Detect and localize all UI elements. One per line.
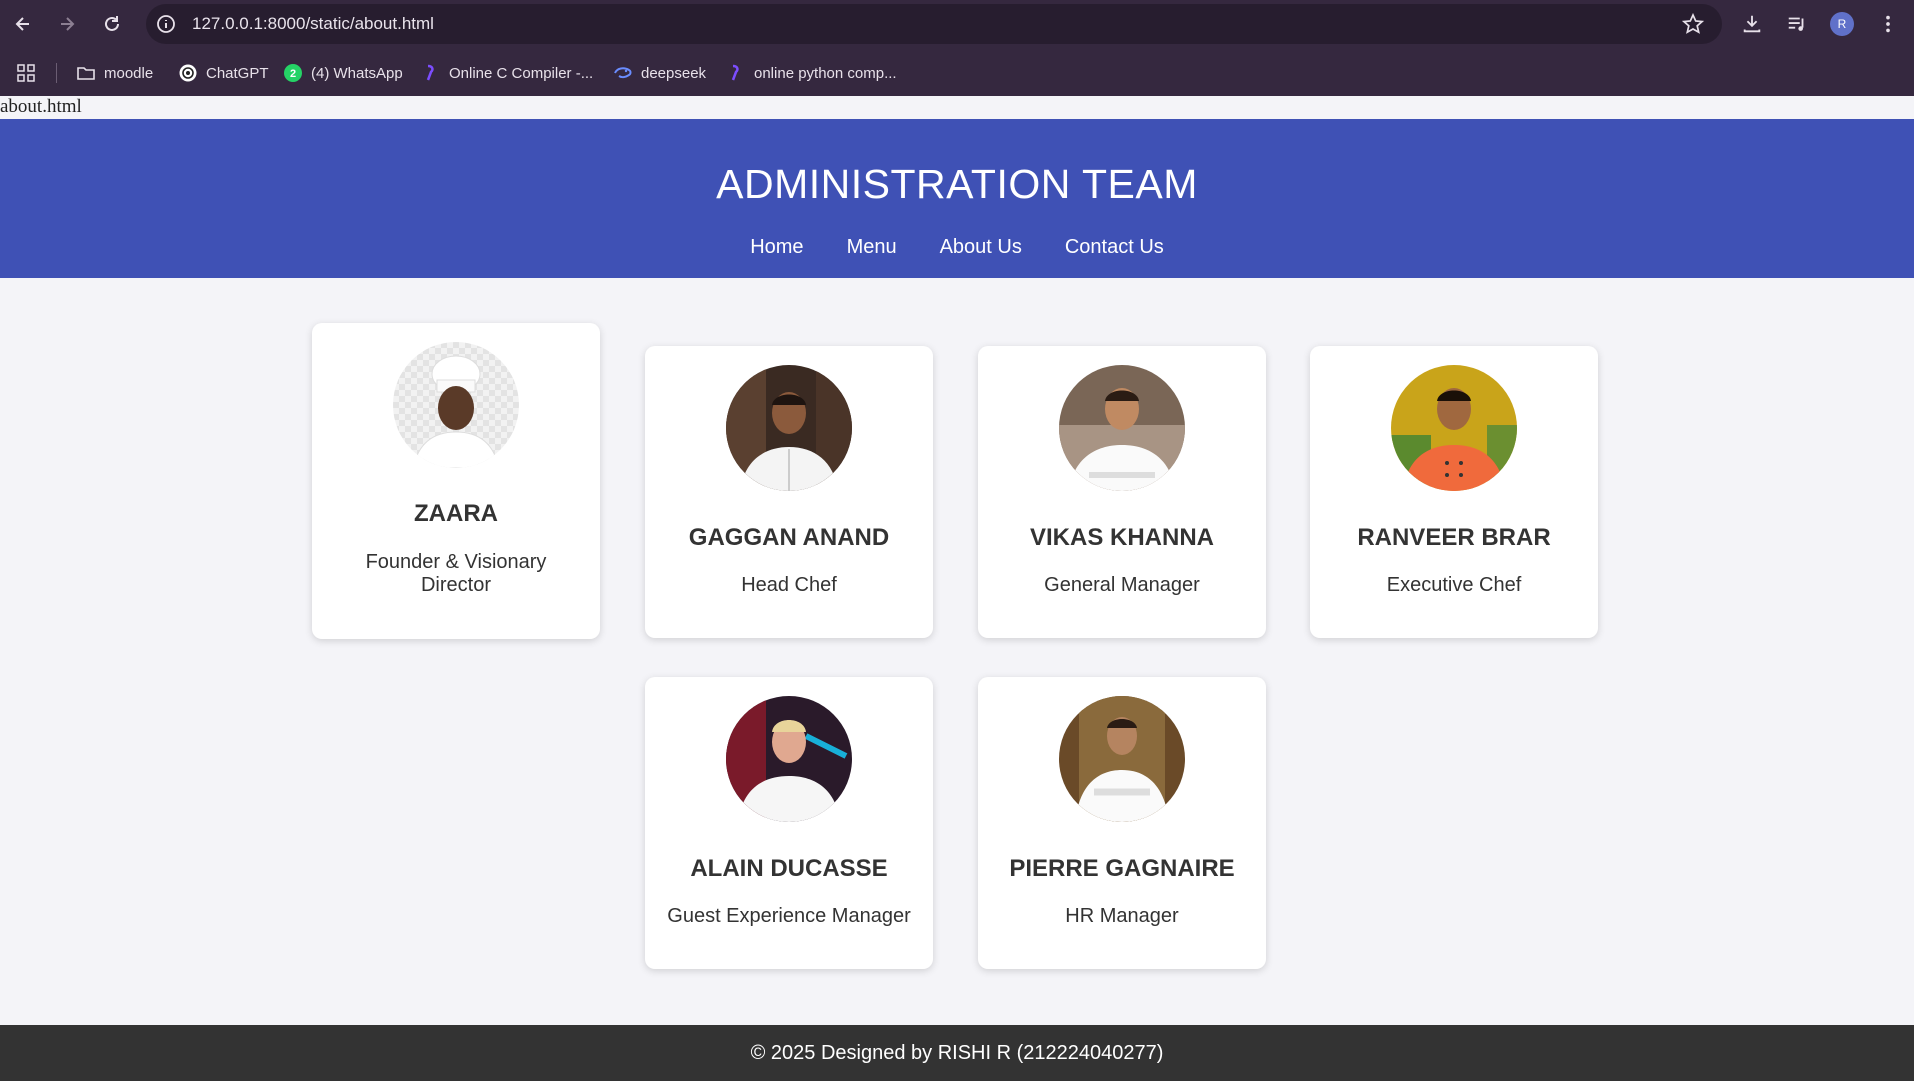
bookmark-label: ChatGPT (206, 64, 269, 82)
bookmark-label: (4) WhatsApp (311, 64, 403, 82)
team-member-photo (726, 365, 852, 491)
folder-icon (76, 63, 96, 83)
team-member-name: GAGGAN ANAND (688, 524, 890, 551)
team-member-role: General Manager (1044, 574, 1200, 596)
profile-avatar[interactable]: R (1830, 12, 1854, 36)
nav-menu-link[interactable]: Menu (847, 236, 897, 259)
team-member-photo (1059, 365, 1185, 491)
bookmark-whatsapp[interactable]: 2 (4) WhatsApp (283, 62, 403, 84)
team-member-role: Guest Experience Manager (667, 905, 911, 927)
nav-home-link[interactable]: Home (750, 236, 803, 259)
main-nav: Home Menu About Us Contact Us (0, 236, 1914, 259)
team-member-name: ZAARA (414, 500, 498, 527)
whatsapp-icon: 2 (283, 63, 303, 83)
bookmarks-bar: moodle ChatGPT 2 (4) WhatsApp Online C C… (0, 48, 1914, 96)
bookmark-label: moodle (104, 64, 154, 82)
compiler-icon (421, 63, 441, 83)
team-member-role: Founder & Visionary Director (365, 551, 547, 596)
bookmark-star-icon[interactable] (1682, 13, 1704, 35)
bookmark-online-c-compiler[interactable]: Online C Compiler -... (421, 62, 593, 84)
reload-button[interactable] (98, 10, 126, 38)
back-button[interactable] (9, 10, 37, 38)
deepseek-icon (613, 63, 633, 83)
site-header: ADMINISTRATION TEAM Home Menu About Us C… (0, 119, 1914, 278)
team-card: ALAIN DUCASSE Guest Experience Manager (645, 677, 933, 969)
team-card: VIKAS KHANNA General Manager (978, 346, 1266, 638)
team-member-photo (1059, 696, 1185, 822)
playlist-icon (1788, 17, 1804, 31)
team-member-role: Executive Chef (1386, 574, 1522, 596)
apps-button[interactable] (16, 62, 36, 84)
reload-icon (105, 16, 119, 31)
team-member-name: ALAIN DUCASSE (690, 855, 888, 882)
forward-button[interactable] (53, 10, 81, 38)
svg-text:2: 2 (290, 68, 296, 80)
team-card: GAGGAN ANAND Head Chef (645, 346, 933, 638)
team-member-name: RANVEER BRAR (1357, 524, 1551, 551)
bookmark-label: Online C Compiler -... (449, 64, 594, 82)
bookmark-moodle[interactable]: moodle (76, 62, 153, 84)
team-member-photo (1391, 365, 1517, 491)
team-member-photo (393, 342, 519, 468)
team-card: PIERRE GAGNAIRE HR Manager (978, 677, 1266, 969)
browser-toolbar: 127.0.0.1:8000/static/about.html R (0, 0, 1914, 48)
downloads-button[interactable] (1740, 12, 1764, 36)
download-icon (1743, 15, 1761, 33)
team-member-name: VIKAS KHANNA (1029, 524, 1214, 551)
bookmark-chatgpt[interactable]: ChatGPT (178, 62, 269, 84)
browser-menu-button[interactable] (1876, 12, 1900, 36)
nav-contact-link[interactable]: Contact Us (1065, 236, 1164, 259)
site-info-icon[interactable] (156, 14, 176, 34)
bookmark-deepseek[interactable]: deepseek (613, 62, 706, 84)
team-card: RANVEER BRAR Executive Chef (1310, 346, 1598, 638)
team-member-photo (726, 696, 852, 822)
team-member-role: HR Manager (1065, 905, 1179, 927)
arrow-left-icon (15, 17, 29, 31)
arrow-right-icon (61, 17, 75, 31)
page-title: ADMINISTRATION TEAM (716, 161, 1198, 207)
team-member-role: Head Chef (741, 574, 837, 596)
site-footer: © 2025 Designed by RISHI R (212224040277… (0, 1025, 1914, 1081)
bookmark-label: online python comp... (754, 64, 897, 82)
team-card: ZAARA Founder & Visionary Director (312, 323, 600, 639)
team-member-name: PIERRE GAGNAIRE (1009, 855, 1235, 882)
bookmarks-divider (56, 63, 57, 83)
chatgpt-icon (178, 63, 198, 83)
nav-about-link[interactable]: About Us (940, 236, 1022, 259)
address-bar[interactable]: 127.0.0.1:8000/static/about.html (146, 4, 1722, 44)
media-control-button[interactable] (1785, 12, 1809, 36)
apps-grid-icon (17, 64, 35, 82)
bookmark-online-python-compiler[interactable]: online python comp... (726, 62, 897, 84)
url-text[interactable]: 127.0.0.1:8000/static/about.html (192, 14, 434, 34)
compiler-icon (726, 63, 746, 83)
bookmark-label: deepseek (641, 64, 707, 82)
more-vertical-icon (1886, 15, 1890, 33)
loose-page-text: about.html (0, 96, 82, 117)
